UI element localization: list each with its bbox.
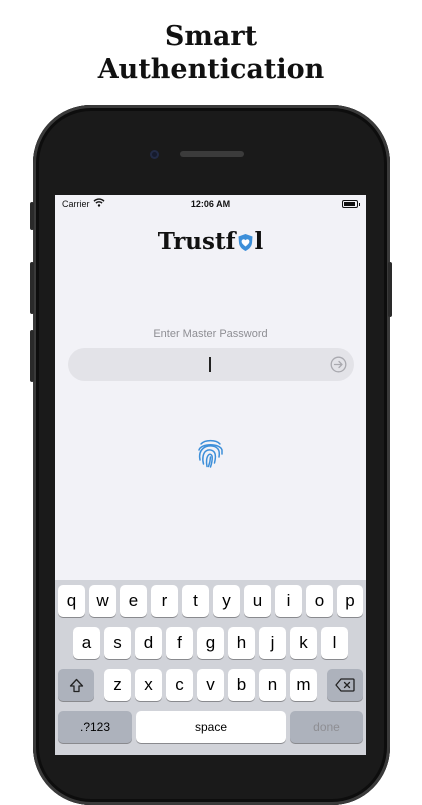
text-cursor bbox=[209, 357, 211, 372]
arrow-right-circle-icon[interactable] bbox=[330, 356, 347, 373]
headline-line-1: Smart bbox=[164, 21, 258, 52]
key-r[interactable]: r bbox=[151, 585, 178, 617]
key-k[interactable]: k bbox=[290, 627, 317, 659]
key-f[interactable]: f bbox=[166, 627, 193, 659]
phone-screen: Carrier 12:06 AM Trustf l Enter Master P… bbox=[55, 195, 366, 755]
shield-heart-icon bbox=[238, 234, 252, 251]
logo-text-start: Trustf bbox=[157, 228, 236, 255]
key-d[interactable]: d bbox=[135, 627, 162, 659]
status-time: 12:06 AM bbox=[190, 199, 231, 209]
key-b[interactable]: b bbox=[228, 669, 255, 701]
key-z[interactable]: z bbox=[104, 669, 131, 701]
shift-icon bbox=[69, 678, 83, 692]
key-g[interactable]: g bbox=[197, 627, 224, 659]
earpiece-speaker bbox=[180, 151, 244, 157]
delete-icon bbox=[335, 678, 355, 692]
status-bar: Carrier 12:06 AM bbox=[55, 195, 366, 213]
key-s[interactable]: s bbox=[104, 627, 131, 659]
space-key[interactable]: space bbox=[136, 711, 286, 743]
key-l[interactable]: l bbox=[321, 627, 348, 659]
key-t[interactable]: t bbox=[182, 585, 209, 617]
logo-text-end: l bbox=[254, 228, 264, 255]
key-x[interactable]: x bbox=[135, 669, 162, 701]
phone-power-button bbox=[388, 262, 392, 317]
phone-volume-up bbox=[30, 262, 34, 314]
phone-mute-switch bbox=[30, 202, 34, 230]
key-e[interactable]: e bbox=[120, 585, 147, 617]
key-q[interactable]: q bbox=[58, 585, 85, 617]
key-o[interactable]: o bbox=[306, 585, 333, 617]
numbers-key[interactable]: .?123 bbox=[58, 711, 132, 743]
headline-line-2: Authentication bbox=[97, 54, 325, 85]
key-w[interactable]: w bbox=[89, 585, 116, 617]
password-label: Enter Master Password bbox=[153, 328, 268, 340]
shift-key[interactable] bbox=[58, 669, 94, 701]
key-a[interactable]: a bbox=[73, 627, 100, 659]
delete-key[interactable] bbox=[327, 669, 363, 701]
phone-volume-down bbox=[30, 330, 34, 382]
app-logo: Trustf l bbox=[55, 228, 366, 255]
fingerprint-icon[interactable] bbox=[196, 438, 225, 469]
key-p[interactable]: p bbox=[337, 585, 363, 617]
key-v[interactable]: v bbox=[197, 669, 224, 701]
key-h[interactable]: h bbox=[228, 627, 255, 659]
front-camera bbox=[150, 150, 159, 159]
master-password-input[interactable] bbox=[68, 348, 354, 381]
key-i[interactable]: i bbox=[275, 585, 302, 617]
key-y[interactable]: y bbox=[213, 585, 240, 617]
battery-icon bbox=[342, 200, 360, 208]
key-m[interactable]: m bbox=[290, 669, 317, 701]
key-u[interactable]: u bbox=[244, 585, 271, 617]
key-n[interactable]: n bbox=[259, 669, 286, 701]
keyboard: q w e r t y u i o p a s d f g h j k l z … bbox=[55, 580, 366, 755]
done-key[interactable]: done bbox=[290, 711, 363, 743]
key-c[interactable]: c bbox=[166, 669, 193, 701]
key-j[interactable]: j bbox=[259, 627, 286, 659]
